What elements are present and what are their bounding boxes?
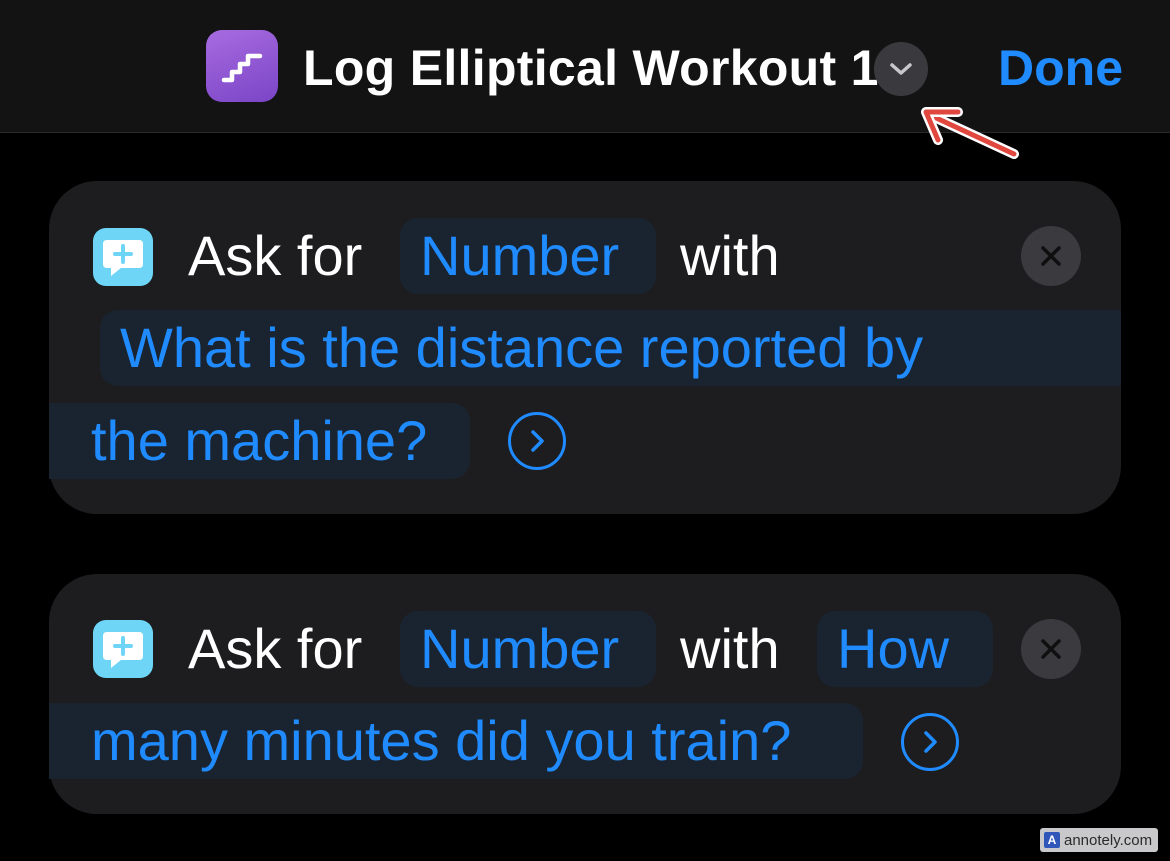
remove-action-button[interactable]: [1021, 226, 1081, 286]
show-more-button[interactable]: [901, 713, 959, 771]
action-prefix-text: Ask for: [188, 617, 363, 680]
ask-speech-bubble-icon: [93, 620, 153, 678]
prompt-parameter-line-2[interactable]: many minutes did you train?: [49, 703, 863, 779]
input-type-parameter[interactable]: Number: [400, 611, 656, 687]
close-icon: [1041, 246, 1061, 266]
annotation-arrow-icon: [921, 107, 1019, 159]
ask-for-input-action[interactable]: Ask for Number with What is the distance…: [49, 181, 1121, 514]
action-connector-text: with: [680, 224, 780, 287]
chevron-down-icon: [890, 63, 912, 75]
prompt-parameter-line-1[interactable]: What is the distance reported by: [100, 310, 1121, 386]
ask-for-input-action[interactable]: Ask for Number with How many minutes did…: [49, 574, 1121, 814]
show-more-button[interactable]: [508, 412, 566, 470]
close-icon: [1041, 639, 1061, 659]
done-button[interactable]: Done: [998, 36, 1123, 100]
prompt-parameter-line-2[interactable]: the machine?: [49, 403, 470, 479]
shortcut-title[interactable]: Log Elliptical Workout 1: [303, 36, 879, 100]
ask-speech-bubble-icon: [93, 228, 153, 286]
shortcut-editor: Log Elliptical Workout 1 Done Ask for Nu…: [0, 0, 1170, 861]
chevron-right-icon: [924, 731, 937, 753]
prompt-parameter-line-1[interactable]: How: [817, 611, 993, 687]
stairs-icon[interactable]: [206, 30, 278, 102]
title-menu-button[interactable]: [874, 42, 928, 96]
input-type-parameter[interactable]: Number: [400, 218, 656, 294]
remove-action-button[interactable]: [1021, 619, 1081, 679]
action-prefix-text: Ask for: [188, 224, 363, 287]
annotely-logo-icon: A: [1044, 832, 1060, 848]
action-connector-text: with: [680, 617, 780, 680]
watermark-text: annotely.com: [1064, 831, 1153, 849]
chevron-right-icon: [531, 430, 544, 452]
watermark: A annotely.com: [1040, 828, 1159, 852]
